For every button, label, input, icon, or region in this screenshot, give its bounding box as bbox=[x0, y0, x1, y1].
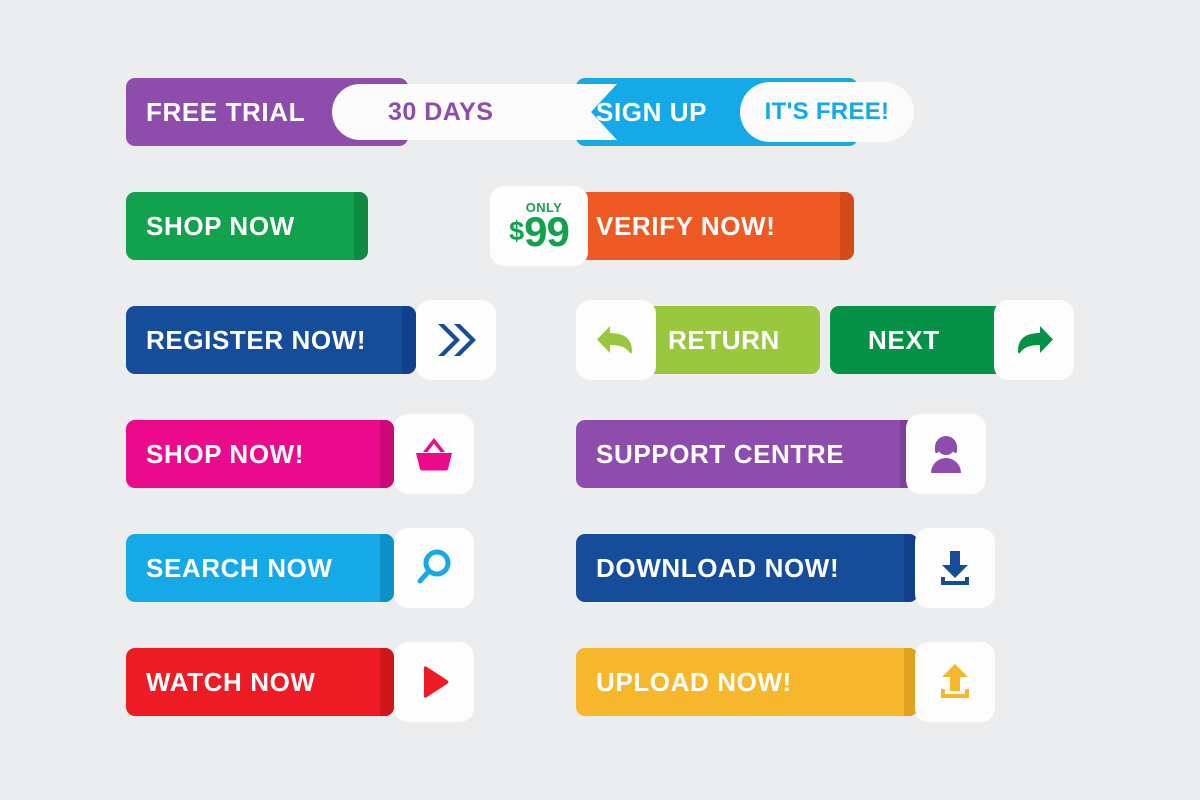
shop-now-price-bar-shade bbox=[354, 192, 368, 260]
sign-up-badge-label: IT'S FREE! bbox=[764, 98, 890, 125]
support-centre-bar[interactable]: SUPPORT CENTRE bbox=[576, 420, 914, 488]
shop-now-price-bar[interactable]: SHOP NOW bbox=[126, 192, 368, 260]
play-triangle-icon bbox=[414, 662, 454, 702]
price-value: 99 bbox=[524, 207, 570, 255]
watch-now-label: WATCH NOW bbox=[146, 667, 316, 697]
upload-arrow-icon bbox=[934, 661, 976, 703]
shop-now-bar[interactable]: SHOP NOW! bbox=[126, 420, 394, 488]
upload-now-icon-tile[interactable] bbox=[915, 642, 995, 722]
register-now-icon-tile[interactable] bbox=[416, 300, 496, 380]
next-label: NEXT bbox=[868, 325, 940, 355]
search-now-bar-shade bbox=[380, 534, 394, 602]
search-now-label: SEARCH NOW bbox=[146, 553, 333, 583]
price-currency: $ bbox=[509, 215, 525, 246]
verify-now-label: VERIFY NOW! bbox=[596, 211, 776, 241]
support-centre-icon-tile[interactable] bbox=[906, 414, 986, 494]
search-now-icon-tile[interactable] bbox=[394, 528, 474, 608]
upload-now-bar[interactable]: UPLOAD NOW! bbox=[576, 648, 918, 716]
return-icon-tile[interactable] bbox=[576, 300, 656, 380]
arrow-undo-left-icon bbox=[594, 320, 638, 360]
headset-support-agent-icon bbox=[925, 433, 967, 475]
button-set-canvas: FREE TRIAL 30 DAYS SIGN UP IT'S FREE! SH… bbox=[0, 0, 1200, 800]
shopping-basket-icon bbox=[411, 434, 457, 474]
free-trial-badge-label: 30 DAYS bbox=[388, 97, 494, 126]
verify-now-bar-shade bbox=[840, 192, 854, 260]
verify-now-bar[interactable]: VERIFY NOW! bbox=[576, 192, 854, 260]
register-now-bar-shade bbox=[402, 306, 416, 374]
shop-now-icon-tile[interactable] bbox=[394, 414, 474, 494]
sign-up-label: SIGN UP bbox=[596, 97, 708, 127]
support-centre-label: SUPPORT CENTRE bbox=[596, 439, 845, 469]
free-trial-label: FREE TRIAL bbox=[146, 97, 306, 127]
upload-now-label: UPLOAD NOW! bbox=[596, 667, 792, 697]
next-bar[interactable]: NEXT bbox=[830, 306, 1012, 374]
watch-now-icon-tile[interactable] bbox=[394, 642, 474, 722]
price-amount: $ 99 bbox=[509, 207, 570, 255]
search-now-bar[interactable]: SEARCH NOW bbox=[126, 534, 394, 602]
shop-now-label: SHOP NOW! bbox=[146, 439, 305, 469]
watch-now-bar-shade bbox=[380, 648, 394, 716]
double-chevron-right-icon bbox=[434, 320, 478, 360]
return-bar[interactable]: RETURN bbox=[640, 306, 820, 374]
shop-now-price-label: SHOP NOW bbox=[146, 211, 295, 241]
shop-now-bar-shade bbox=[380, 420, 394, 488]
download-arrow-icon bbox=[934, 547, 976, 589]
register-now-bar[interactable]: REGISTER NOW! bbox=[126, 306, 416, 374]
register-now-label: REGISTER NOW! bbox=[146, 325, 367, 355]
download-now-label: DOWNLOAD NOW! bbox=[596, 553, 840, 583]
return-label: RETURN bbox=[668, 325, 780, 355]
sign-up-pill-badge: IT'S FREE! bbox=[740, 82, 914, 142]
magnifier-search-icon bbox=[413, 547, 455, 589]
download-now-icon-tile[interactable] bbox=[915, 528, 995, 608]
watch-now-bar[interactable]: WATCH NOW bbox=[126, 648, 394, 716]
next-icon-tile[interactable] bbox=[994, 300, 1074, 380]
arrow-redo-right-icon bbox=[1012, 320, 1056, 360]
price-badge: ONLY $ 99 bbox=[490, 186, 588, 266]
free-trial-ribbon-badge: 30 DAYS bbox=[332, 84, 617, 140]
download-now-bar[interactable]: DOWNLOAD NOW! bbox=[576, 534, 918, 602]
